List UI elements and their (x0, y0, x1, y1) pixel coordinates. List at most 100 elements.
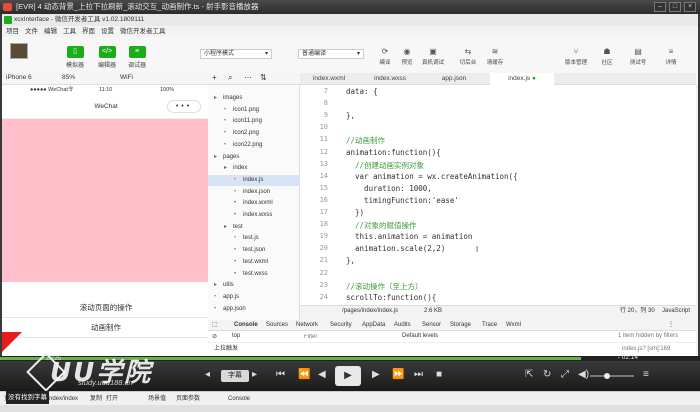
clear-console-icon[interactable]: ⊘ (212, 333, 217, 340)
tree-folder[interactable]: ▸ utils (214, 280, 234, 291)
tab-appdata[interactable]: AppData (362, 320, 385, 331)
tab-index-wxml[interactable]: index.wxml (302, 73, 356, 85)
console-drawer-tab[interactable]: Console (228, 392, 250, 406)
tree-file[interactable]: • icon1.png (224, 105, 259, 116)
rewind-icon[interactable]: ⏪ (298, 369, 310, 380)
tree-folder[interactable]: ▸ index (224, 163, 247, 174)
loop-icon[interactable]: ↻ (543, 369, 551, 380)
device-select[interactable]: iPhone 6 (6, 74, 32, 81)
collapse-icon[interactable]: ⇅ (260, 73, 267, 82)
step-forward-icon[interactable]: ▶ (372, 369, 380, 380)
more-icon[interactable]: ⋯ (244, 73, 252, 82)
remote-debug-button[interactable]: ▣ 真机调试 (422, 47, 444, 66)
test-account-button[interactable]: ▤ 测试号 (627, 47, 649, 66)
menu-item[interactable]: 项目 (6, 26, 19, 37)
subtitle-button[interactable]: 字幕 (221, 370, 249, 382)
menu-item[interactable]: 界面 (82, 26, 95, 37)
fullscreen-icon[interactable]: ⤢ (561, 369, 569, 380)
tree-file[interactable]: • index.js (208, 174, 300, 186)
levels-select[interactable]: Default levels (402, 333, 438, 339)
step-back-icon[interactable]: ◀ (318, 369, 326, 380)
preview-button[interactable]: ◉ 预览 (396, 47, 418, 66)
code-editor[interactable]: 7 data: {8 9}, 10 11 //动画制作 12 animation:functi… (300, 85, 696, 305)
tab-console[interactable]: Console (234, 320, 258, 331)
editor-button[interactable]: </> 编辑器 (94, 46, 120, 69)
tab-trace[interactable]: Trace (482, 320, 497, 331)
simulator-button[interactable]: ▯ 模拟器 (62, 46, 88, 69)
tab-index-js[interactable]: index.js ● (490, 73, 554, 85)
line-number: 11 (319, 135, 328, 144)
menu-item[interactable]: 编辑 (44, 26, 57, 37)
volume-icon[interactable]: ◀) (578, 369, 589, 380)
clear-cache-button[interactable]: ≋ 清缓存 (484, 47, 506, 66)
editor-tabs: index.wxml index.wxss app.json index.js … (300, 73, 696, 85)
volume-slider[interactable] (590, 373, 634, 379)
tab-sources[interactable]: Sources (266, 320, 288, 331)
tab-audits[interactable]: Audits (394, 320, 411, 331)
avatar[interactable] (10, 43, 28, 59)
volume-knob[interactable] (604, 373, 610, 379)
add-icon[interactable]: + (212, 73, 217, 82)
screenshot-icon[interactable]: ⇱ (525, 369, 533, 380)
context-select[interactable]: top (232, 333, 240, 339)
close-icon[interactable]: × (684, 2, 696, 12)
tree-file[interactable]: • test.js (234, 233, 259, 244)
compile-button[interactable]: ⟳ 编译 (374, 47, 396, 66)
menu-item[interactable]: 文件 (25, 26, 38, 37)
prev-icon[interactable]: ◂ (205, 369, 210, 380)
debugger-button[interactable]: ≡ 调试器 (124, 46, 150, 69)
tab-wxml[interactable]: Wxml (506, 320, 521, 331)
menu-item[interactable]: 设置 (101, 26, 114, 37)
tab-sensor[interactable]: Sensor (422, 320, 441, 331)
scroll-action-button[interactable]: 滚动页面的操作 (2, 298, 210, 318)
tree-folder[interactable]: ▸ test (224, 222, 243, 233)
menu-item[interactable]: 微信开发者工具 (120, 26, 166, 37)
tree-file[interactable]: • icon22.png (224, 140, 262, 151)
fast-forward-icon[interactable]: ⏩ (392, 369, 404, 380)
copy-link[interactable]: 复制 (90, 392, 102, 406)
tree-file[interactable]: • icon2.png (224, 128, 259, 139)
skip-next-icon[interactable]: ⏭ (414, 369, 423, 380)
next-icon[interactable]: ▸ (252, 369, 257, 380)
menu-item[interactable]: 工具 (63, 26, 76, 37)
tab-storage[interactable]: Storage (450, 320, 471, 331)
capsule-button[interactable]: ••• (167, 100, 201, 113)
tree-file[interactable]: • index.wxml (234, 198, 273, 209)
search-icon[interactable]: ⌕ (228, 73, 232, 83)
open-link[interactable]: 打开 (106, 392, 118, 406)
tab-security[interactable]: Security (330, 320, 352, 331)
network-select[interactable]: WiFi (120, 74, 133, 81)
details-button[interactable]: ≡ 详情 (660, 47, 682, 66)
maximize-icon[interactable]: □ (669, 2, 681, 12)
skip-back-icon[interactable]: ⏮ (276, 369, 285, 380)
tree-file[interactable]: • app.js (214, 292, 239, 303)
background-button[interactable]: ⇆ 切后台 (457, 47, 479, 66)
scene-value[interactable]: 场景值 (148, 392, 166, 406)
tree-file[interactable]: • test.wxss (234, 269, 268, 280)
tab-network[interactable]: Network (296, 320, 318, 331)
community-button[interactable]: ☗ 社区 (596, 47, 618, 66)
play-button[interactable]: ▶ (335, 366, 361, 386)
tree-folder[interactable]: ▸ images (214, 93, 242, 104)
mode-select[interactable]: 小程序模式 (200, 49, 272, 59)
tree-file[interactable]: • app.json (214, 304, 246, 315)
version-button[interactable]: ⑂ 版本管理 (562, 47, 590, 66)
zoom-select[interactable]: 85% (62, 74, 75, 81)
inspect-icon[interactable]: ⬚ (212, 320, 218, 331)
console-filter-input[interactable] (304, 332, 394, 341)
minimize-icon[interactable]: – (654, 2, 666, 12)
settings-icon[interactable]: ⋮ (668, 320, 674, 331)
stop-icon[interactable]: ■ (436, 369, 442, 380)
tree-file[interactable]: • test.json (234, 245, 265, 256)
compile-mode-select[interactable]: 普通编译 (298, 49, 364, 59)
tab-app-json[interactable]: app.json (426, 73, 482, 85)
animation-button[interactable]: 动画制作 (2, 318, 210, 338)
tree-folder[interactable]: ▸ pages (214, 152, 239, 163)
page-params[interactable]: 页面参数 (176, 392, 200, 406)
tree-file[interactable]: • index.wxss (234, 210, 272, 221)
tree-file[interactable]: • index.json (234, 187, 270, 198)
playlist-icon[interactable]: ≡ (643, 369, 649, 380)
tree-file[interactable]: • icon11.png (224, 116, 262, 127)
tree-file[interactable]: • test.wxml (234, 257, 268, 268)
tab-index-wxss[interactable]: index.wxss (362, 73, 418, 85)
